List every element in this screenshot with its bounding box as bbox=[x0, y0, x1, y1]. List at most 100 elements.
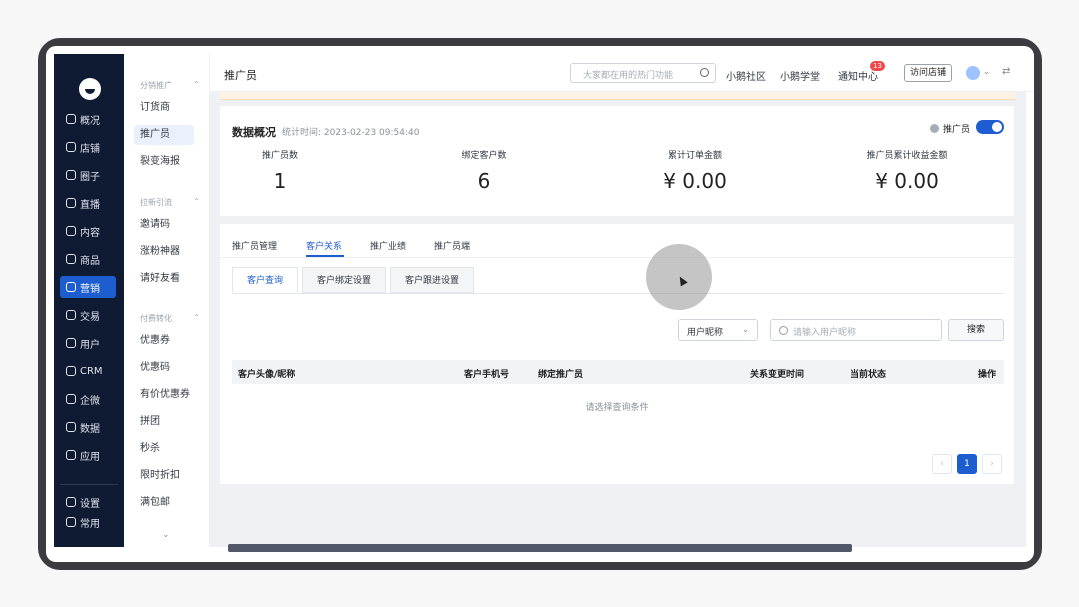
rail-item-content[interactable]: 内容 bbox=[60, 220, 116, 242]
secondary-nav: 分销推广 ⌃ 订货商 推广员 裂变海报 拉新引流 ⌃ 邀请码 涨粉神器 请好友看 付… bbox=[124, 54, 210, 547]
info-icon bbox=[929, 124, 939, 133]
notice-strip bbox=[220, 92, 1016, 100]
search-icon bbox=[779, 326, 788, 335]
sub-item-promoter[interactable]: 推广员 bbox=[134, 125, 194, 145]
community-link[interactable]: 小鹅社区 bbox=[726, 68, 766, 83]
sub-item-free-shipping[interactable]: 满包邮 bbox=[134, 493, 194, 513]
stat-earnings: 推广员累计收益金额 ¥ 0.00 bbox=[866, 151, 948, 193]
sub-item-poster[interactable]: 裂变海报 bbox=[134, 152, 194, 172]
academy-link[interactable]: 小鹅学堂 bbox=[780, 68, 820, 83]
user-icon bbox=[66, 338, 76, 348]
column-header: 客户手机号 bbox=[464, 370, 510, 380]
page-title: 推广员 bbox=[224, 69, 257, 82]
promoter-toggle[interactable] bbox=[976, 120, 1004, 134]
table-header: 客户头像/昵称 客户手机号 绑定推广员 关系变更时间 当前状态 操作 bbox=[232, 360, 1004, 384]
tab-performance[interactable]: 推广业绩 bbox=[370, 239, 406, 252]
primary-nav: 概况 店铺 圈子 直播 内容 商品 营销 交易 用户 CRM 企微 数据 应用 … bbox=[54, 54, 124, 547]
sub-item-coupon[interactable]: 优惠券 bbox=[134, 331, 194, 351]
rail-item-overview[interactable]: 概况 bbox=[60, 108, 116, 130]
apps-icon bbox=[66, 450, 76, 460]
subtab-binding-settings[interactable]: 客户绑定设置 bbox=[302, 267, 386, 293]
nickname-search-input[interactable]: 请输入用户昵称 bbox=[770, 319, 942, 341]
product-icon bbox=[66, 254, 76, 264]
tab-customer-relation[interactable]: 客户关系 bbox=[306, 239, 342, 252]
chevron-down-icon[interactable]: ⌄ bbox=[162, 530, 170, 540]
rail-item-crm[interactable]: CRM bbox=[60, 360, 116, 382]
subtab-followup-settings[interactable]: 客户跟进设置 bbox=[390, 267, 474, 293]
top-bar: 推广员 大家都在用的热门功能 小鹅社区 小鹅学堂 通知中心 13 访问店铺 ⌄ … bbox=[210, 54, 1034, 92]
overview-title: 数据概况 bbox=[232, 126, 276, 139]
switch-icon[interactable]: ⇄ bbox=[1002, 66, 1010, 77]
sub-item-fans-tool[interactable]: 涨粉神器 bbox=[134, 242, 194, 262]
visit-store-button[interactable]: 访问店铺 bbox=[904, 64, 952, 82]
rail-item-common[interactable]: 常用 bbox=[60, 511, 116, 533]
stat-order-amount: 累计订单金额 ¥ 0.00 bbox=[663, 151, 727, 193]
rail-item-settings[interactable]: 设置 bbox=[60, 491, 116, 513]
sub-item-invite-code[interactable]: 邀请码 bbox=[134, 215, 194, 235]
subtabs-divider bbox=[232, 293, 1004, 294]
chevron-up-icon: ⌃ bbox=[193, 197, 200, 206]
rail-item-store[interactable]: 店铺 bbox=[60, 136, 116, 158]
rail-item-marketing[interactable]: 营销 bbox=[60, 276, 116, 298]
group-title-distribution[interactable]: 分销推广 ⌃ bbox=[140, 80, 200, 91]
chevron-down-icon: ⌄ bbox=[742, 325, 749, 334]
rail-divider bbox=[60, 484, 118, 485]
group-title-conversion[interactable]: 付费转化 ⌃ bbox=[140, 313, 200, 324]
relation-card: 推广员管理 客户关系 推广业绩 推广员端 客户查询 客户绑定设置 客户跟进设置 … bbox=[220, 224, 1014, 484]
gear-icon bbox=[66, 497, 76, 507]
sub-item-invite-friends[interactable]: 请好友看 bbox=[134, 269, 194, 289]
sub-item-limited-discount[interactable]: 限时折扣 bbox=[134, 466, 194, 486]
wecom-icon bbox=[66, 394, 76, 404]
sub-item-group-buy[interactable]: 拼团 bbox=[134, 412, 194, 432]
live-icon bbox=[66, 198, 76, 208]
rail-item-trade[interactable]: 交易 bbox=[60, 304, 116, 326]
chevron-up-icon: ⌃ bbox=[193, 313, 200, 322]
tab-promoter-manage[interactable]: 推广员管理 bbox=[232, 239, 277, 252]
sub-item-paid-coupon[interactable]: 有价优惠券 bbox=[134, 385, 194, 405]
column-header: 绑定推广员 bbox=[538, 370, 584, 380]
crm-icon bbox=[66, 366, 76, 376]
subtab-customer-query[interactable]: 客户查询 bbox=[232, 267, 298, 293]
rail-item-wecom[interactable]: 企微 bbox=[60, 388, 116, 410]
tabs-divider bbox=[220, 257, 1014, 258]
trade-icon bbox=[66, 310, 76, 320]
sub-item-distributor[interactable]: 订货商 bbox=[134, 98, 194, 118]
content-icon bbox=[66, 226, 76, 236]
column-header: 操作 bbox=[978, 370, 997, 380]
page-button-current[interactable]: 1 bbox=[957, 454, 977, 474]
circle-icon bbox=[66, 170, 76, 180]
notification-badge: 13 bbox=[870, 61, 885, 71]
overview-card: 数据概况 统计时间: 2023-02-23 09:54:40 推广员 推广员数 … bbox=[220, 106, 1014, 216]
store-icon bbox=[66, 142, 76, 152]
chevron-down-icon[interactable]: ⌄ bbox=[983, 67, 990, 76]
stat-promoter-count: 推广员数 1 bbox=[261, 151, 298, 193]
sub-item-flash-sale[interactable]: 秒杀 bbox=[134, 439, 194, 459]
app-logo[interactable] bbox=[79, 78, 101, 100]
tab-promoter-side[interactable]: 推广员端 bbox=[434, 239, 470, 252]
search-field-select[interactable]: 用户昵称 ⌄ bbox=[678, 319, 758, 341]
rail-item-live[interactable]: 直播 bbox=[60, 192, 116, 214]
common-icon bbox=[66, 517, 76, 527]
rail-item-product[interactable]: 商品 bbox=[60, 248, 116, 270]
main-content: 数据概况 统计时间: 2023-02-23 09:54:40 推广员 推广员数 … bbox=[210, 92, 1026, 547]
promoter-toggle-label: 推广员 bbox=[929, 122, 970, 135]
global-search-input[interactable]: 大家都在用的热门功能 bbox=[570, 63, 716, 83]
marketing-icon bbox=[66, 282, 76, 292]
group-title-acquisition[interactable]: 拉新引流 ⌃ bbox=[140, 197, 200, 208]
rail-item-apps[interactable]: 应用 bbox=[60, 444, 116, 466]
overview-time: 统计时间: 2023-02-23 09:54:40 bbox=[282, 128, 420, 138]
chevron-up-icon: ⌃ bbox=[193, 80, 200, 89]
prev-page-button[interactable]: ‹ bbox=[932, 454, 952, 474]
sub-item-coupon-code[interactable]: 优惠码 bbox=[134, 358, 194, 378]
next-page-button[interactable]: › bbox=[982, 454, 1002, 474]
search-icon bbox=[700, 68, 709, 77]
rail-item-user[interactable]: 用户 bbox=[60, 332, 116, 354]
rail-item-data[interactable]: 数据 bbox=[60, 416, 116, 438]
empty-state-text: 请选择查询条件 bbox=[585, 403, 649, 413]
column-header: 关系变更时间 bbox=[750, 370, 805, 380]
app-screen: 概况 店铺 圈子 直播 内容 商品 营销 交易 用户 CRM 企微 数据 应用 … bbox=[46, 46, 1034, 562]
search-button[interactable]: 搜索 bbox=[948, 319, 1004, 341]
avatar[interactable] bbox=[966, 66, 980, 80]
overview-icon bbox=[66, 114, 76, 124]
rail-item-circle[interactable]: 圈子 bbox=[60, 164, 116, 186]
